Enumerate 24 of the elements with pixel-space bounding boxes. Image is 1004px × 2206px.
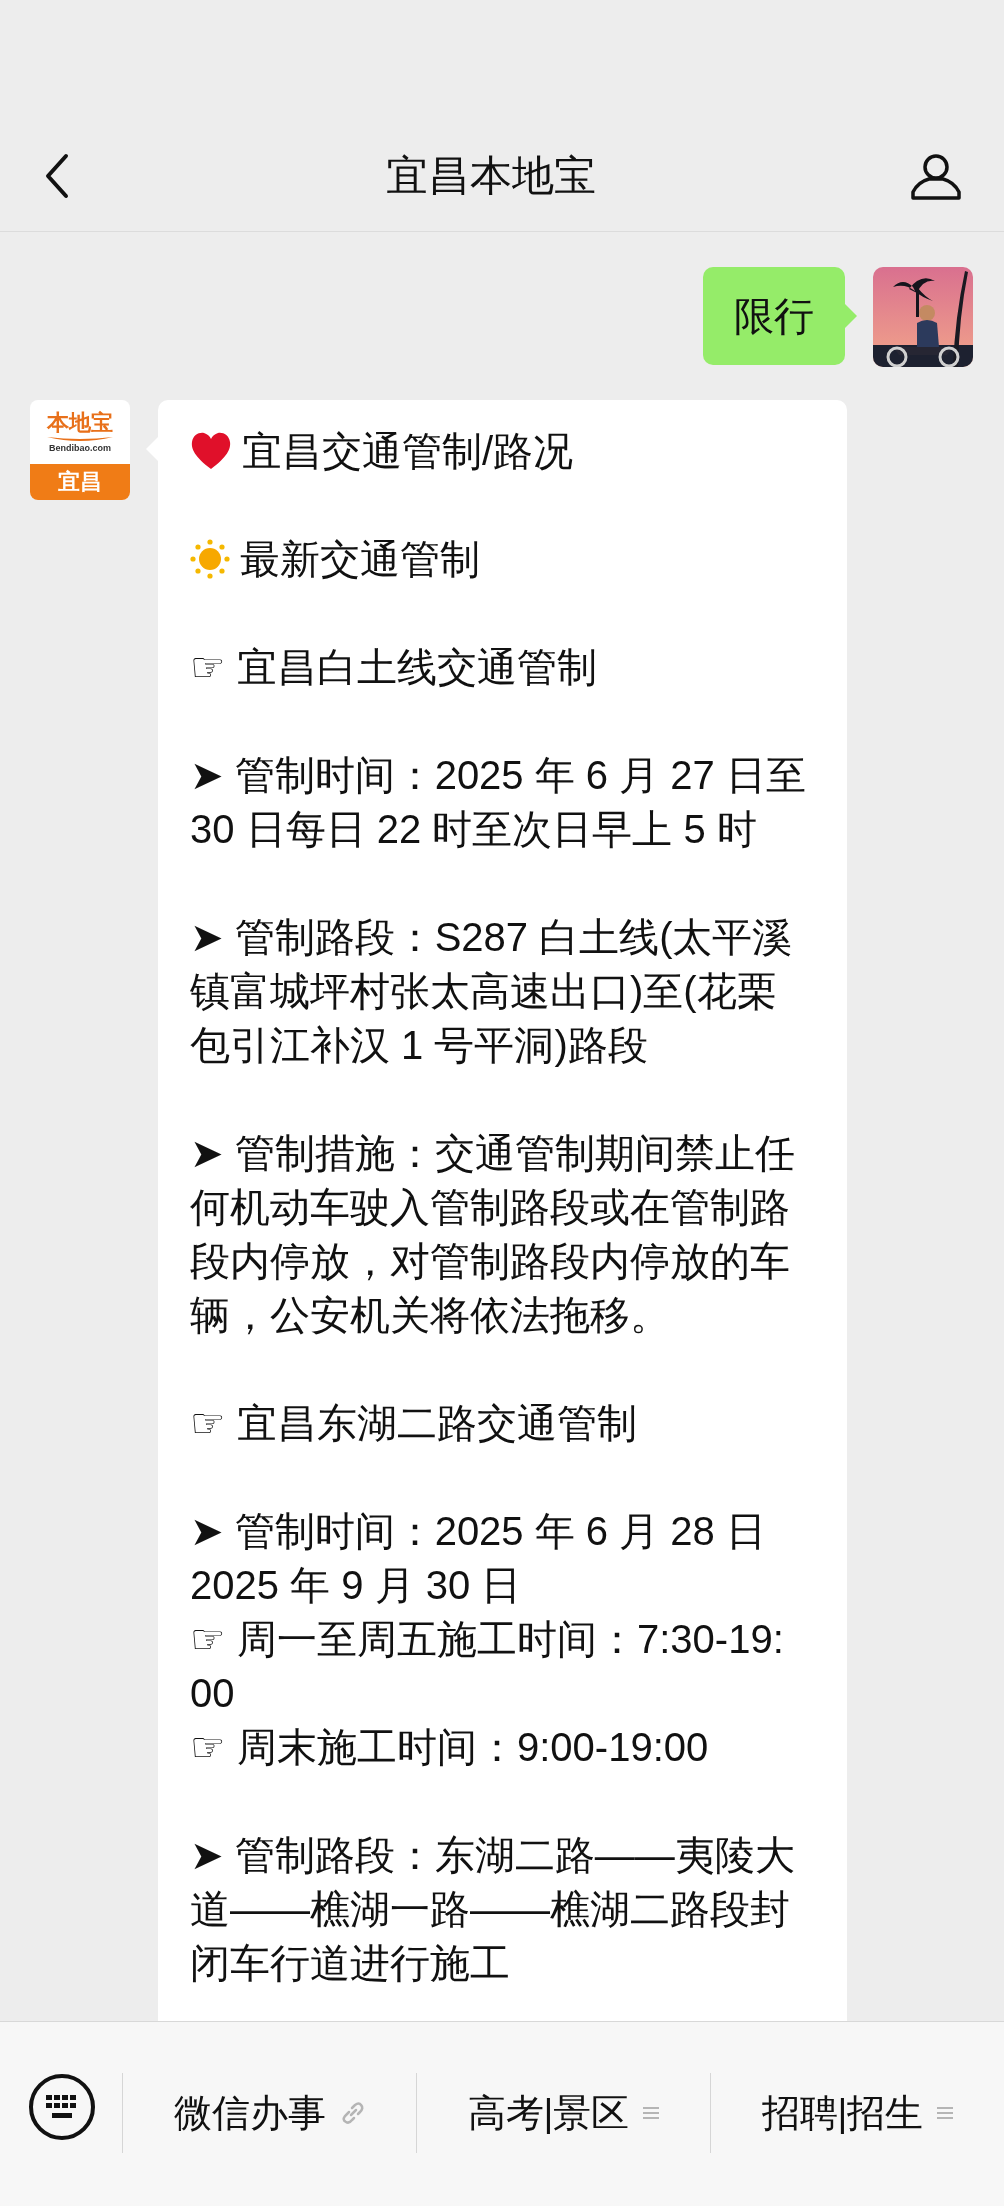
menu-icon — [643, 2104, 660, 2122]
window-title: 宜昌本地宝 — [386, 150, 596, 201]
logo-url: Bendibao.com — [49, 442, 111, 454]
message-text: ➤ 管制时间：2025 年 6 月 27 日至 30 日每日 22 时至次日早上 5 时 — [190, 752, 806, 853]
message-text: 最新交通管制 — [240, 536, 480, 583]
logo-text: 本地宝 — [47, 410, 113, 435]
menu-button[interactable]: 招聘|招生 — [710, 2073, 1004, 2153]
sun-icon — [190, 539, 230, 579]
profile-icon[interactable] — [910, 151, 962, 200]
message-text: ☞ 宜昌白土线交通管制 — [190, 644, 597, 691]
message-text: ➤ 管制路段：东湖二路——夷陵大 道——樵湖一路——樵湖二路段封 闭车行道进行施工 — [190, 1832, 795, 1987]
bubble-tail — [845, 304, 857, 328]
message-text: 宜昌交通管制/路况 — [242, 428, 574, 475]
message-text: ➤ 管制时间：2025 年 6 月 28 日 2025 年 9 月 30 日 ☞ 周一至周五施工时间：7:30-19: 00 ☞ 周末施工时间：9:00-19:00 — [190, 1508, 784, 1771]
menu-icon — [937, 2104, 954, 2122]
menu-button[interactable]: 微信办事 — [122, 2073, 416, 2153]
menu-button[interactable]: 高考|景区 — [416, 2073, 710, 2153]
keyboard-icon[interactable] — [28, 2073, 96, 2141]
heart-icon — [190, 431, 232, 471]
message-text: ☞ 宜昌东湖二路交通管制 — [190, 1400, 637, 1447]
message-text: ➤ 管制措施：交通管制期间禁止任 何机动车驶入管制路段或在管制路 段内停放，对管制路段内停放的车 辆，公安机关将依法拖移。 — [190, 1130, 795, 1339]
message-bubble: 限行 — [703, 267, 845, 365]
logo-city: 宜昌 — [30, 464, 130, 500]
message-text: ➤ 管制路段：S287 白土线(太平溪 镇富城坪村张太高速出口)至(花栗 包引江补汉 1 号平洞)路段 — [190, 914, 793, 1069]
